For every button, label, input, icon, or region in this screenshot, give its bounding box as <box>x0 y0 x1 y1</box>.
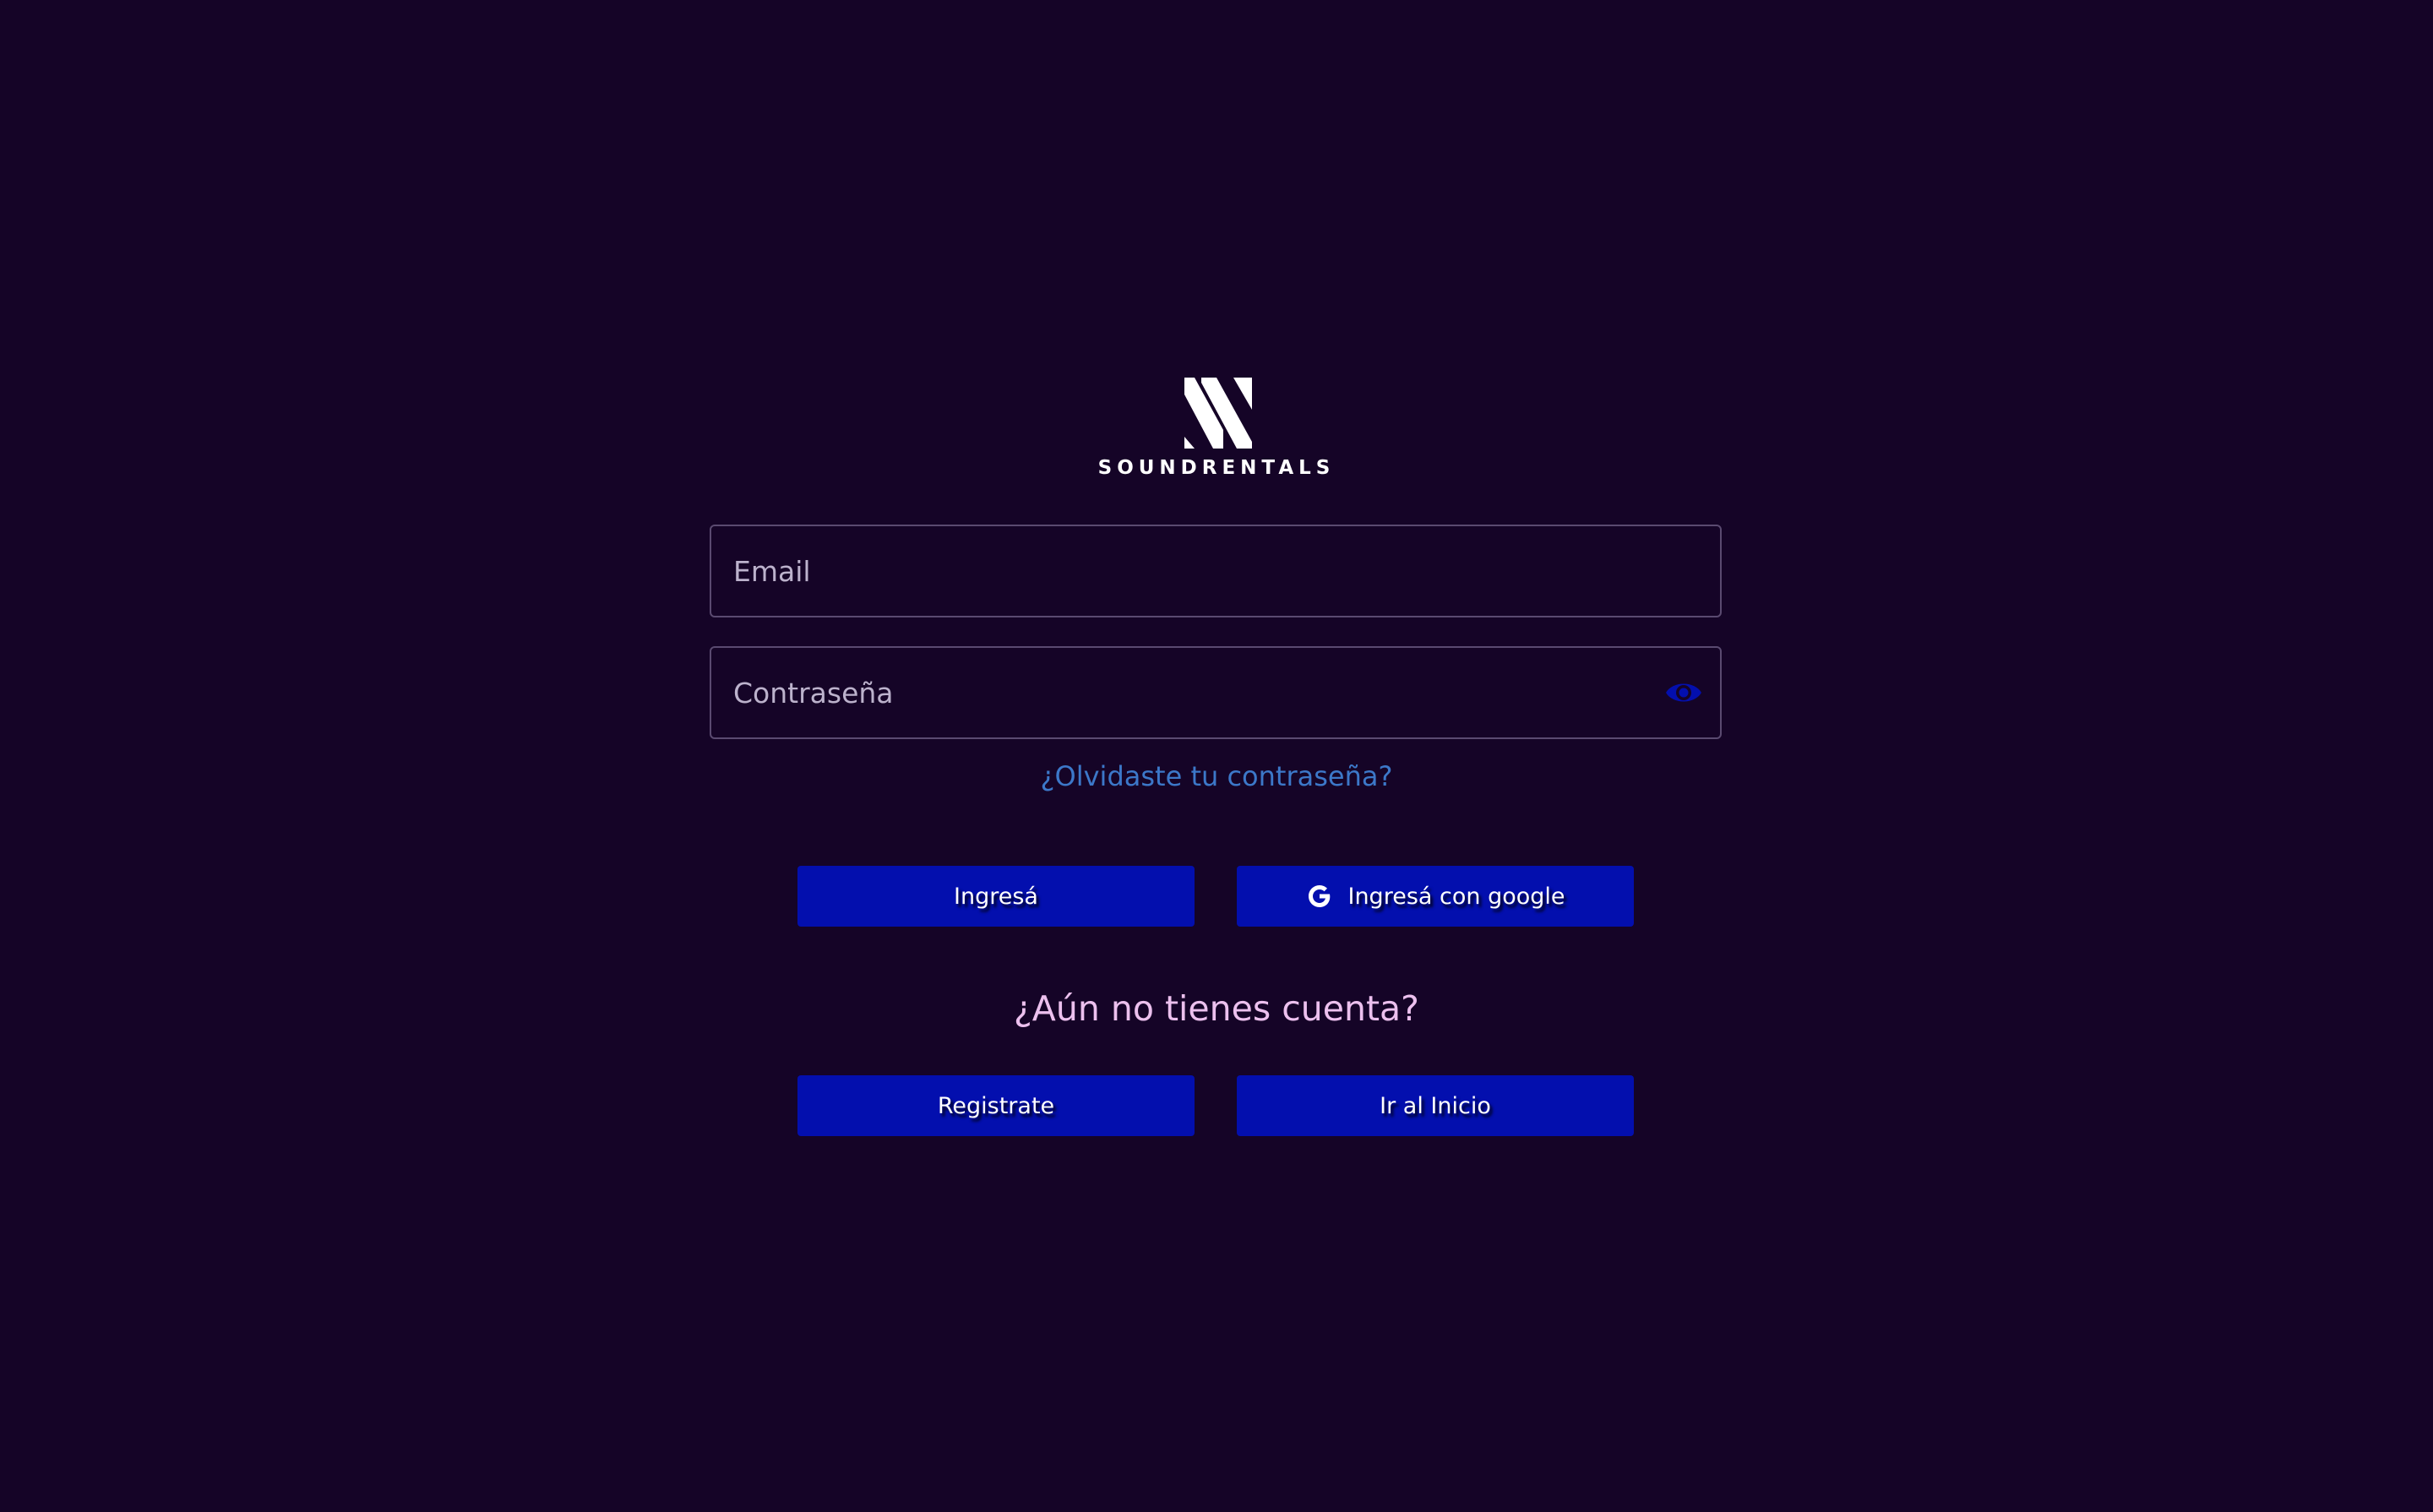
password-field-container <box>710 646 1722 739</box>
brand-logo[interactable]: SOUNDRENTALS <box>1091 378 1342 482</box>
brand-name: SOUNDRENTALS <box>1097 457 1336 479</box>
login-button[interactable]: Ingresá <box>797 866 1195 927</box>
no-account-prompt: ¿Aún no tienes cuenta? <box>1014 988 1419 1029</box>
login-button-label: Ingresá <box>954 883 1038 910</box>
google-login-button-label: Ingresá con google <box>1347 883 1565 910</box>
register-button-label: Registrate <box>937 1092 1055 1119</box>
go-home-button[interactable]: Ir al Inicio <box>1237 1075 1634 1136</box>
email-input[interactable] <box>711 526 1720 616</box>
forgot-password-link[interactable]: ¿Olvidaste tu contraseña? <box>879 754 1554 798</box>
register-button[interactable]: Registrate <box>797 1075 1195 1136</box>
google-login-button[interactable]: Ingresá con google <box>1237 866 1634 927</box>
email-field-container <box>710 525 1722 617</box>
google-icon <box>1309 885 1331 907</box>
password-input[interactable] <box>711 648 1720 737</box>
login-page: SOUNDRENTALS ¿Olvidaste tu contraseña? I… <box>0 0 2433 1512</box>
eye-icon[interactable] <box>1664 676 1703 710</box>
go-home-button-label: Ir al Inicio <box>1380 1092 1491 1119</box>
soundrentals-logo-icon <box>1184 378 1252 449</box>
